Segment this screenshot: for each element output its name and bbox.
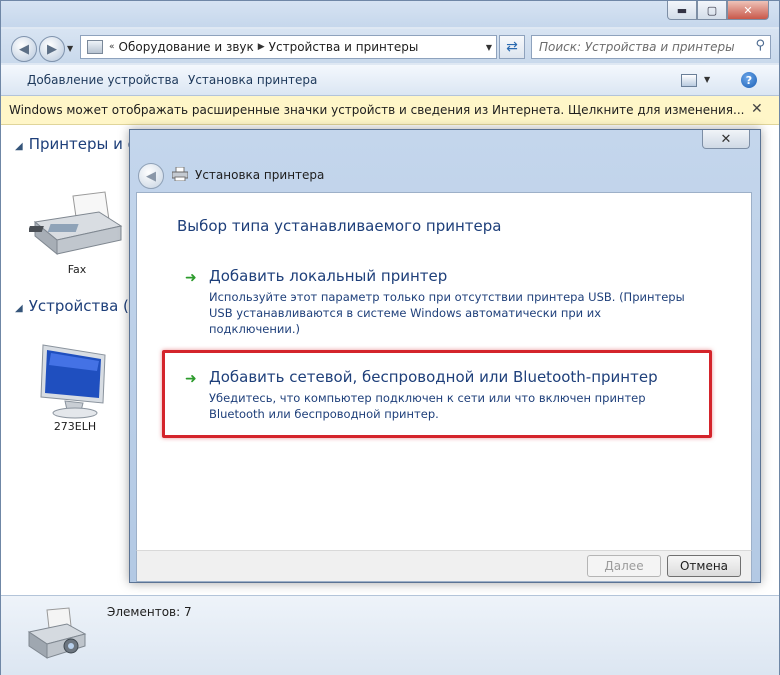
dialog-back-button[interactable]: ◀ xyxy=(138,163,164,189)
view-chevron-down-icon[interactable]: ▼ xyxy=(704,75,710,84)
info-bar-close-icon[interactable]: ✕ xyxy=(751,101,763,117)
install-printer-button[interactable]: Установка принтера xyxy=(188,73,317,87)
add-device-button[interactable]: Добавление устройства xyxy=(27,73,179,87)
title-bar: ▬ ▢ ✕ xyxy=(1,1,779,27)
command-bar: Добавление устройства Установка принтера… xyxy=(1,65,779,96)
breadcrumb-devices-printers[interactable]: Устройства и принтеры xyxy=(269,40,419,54)
maximize-button[interactable]: ▢ xyxy=(697,1,727,20)
info-bar-text[interactable]: Windows может отображать расширенные зна… xyxy=(9,103,744,117)
status-bar: Элементов: 7 xyxy=(1,595,779,675)
caption-buttons: ▬ ▢ ✕ xyxy=(667,1,769,20)
dialog-footer: Далее Отмена xyxy=(136,550,752,582)
overflow-chevron-icon[interactable]: « xyxy=(109,42,115,52)
group-devices-label: Устройства (4) xyxy=(28,297,145,315)
device-label-monitor[interactable]: 273ELH xyxy=(35,420,115,433)
minimize-button[interactable]: ▬ xyxy=(667,1,697,20)
option-local-printer-description: Используйте этот параметр только при отс… xyxy=(209,290,685,336)
option-local-printer[interactable]: ➜ Добавить локальный принтер Используйте… xyxy=(177,267,697,336)
monitor-icon[interactable] xyxy=(37,341,109,419)
group-printers-header[interactable]: ◢ Принтеры и ф xyxy=(15,135,141,153)
navigation-bar: ◀ ▶ ▼ « Оборудование и звук ▶ Устройства… xyxy=(1,29,779,63)
chevron-right-icon[interactable]: ▶ xyxy=(258,42,265,52)
search-icon[interactable]: ⚲ xyxy=(755,38,765,53)
back-button[interactable]: ◀ xyxy=(11,36,37,62)
recent-pages-chevron-down-icon[interactable]: ▼ xyxy=(67,44,73,53)
forward-button[interactable]: ▶ xyxy=(39,36,65,62)
device-label-fax[interactable]: Fax xyxy=(37,263,117,276)
next-button[interactable]: Далее xyxy=(587,555,661,577)
dialog-body: Выбор типа устанавливаемого принтера ➜ Д… xyxy=(136,192,752,552)
collapse-triangle-icon[interactable]: ◢ xyxy=(15,303,23,314)
dialog-close-button[interactable]: ✕ xyxy=(702,130,750,149)
fax-icon[interactable] xyxy=(29,190,123,258)
cancel-button[interactable]: Отмена xyxy=(667,555,741,577)
dialog-heading: Выбор типа устанавливаемого принтера xyxy=(177,217,502,235)
search-placeholder: Поиск: Устройства и принтеры xyxy=(539,40,735,54)
red-highlight-box xyxy=(162,350,712,438)
breadcrumb-hardware-sound[interactable]: Оборудование и звук xyxy=(119,40,254,54)
group-printers-label: Принтеры и ф xyxy=(28,135,141,153)
green-arrow-icon: ➜ xyxy=(185,270,197,286)
close-button[interactable]: ✕ xyxy=(727,1,769,20)
refresh-icon: ⇄ xyxy=(506,39,518,55)
control-panel-icon xyxy=(87,40,103,54)
group-devices-header[interactable]: ◢ Устройства (4) xyxy=(15,297,144,315)
collapse-triangle-icon[interactable]: ◢ xyxy=(15,141,23,152)
address-bar[interactable]: « Оборудование и звук ▶ Устройства и при… xyxy=(80,35,497,59)
refresh-button[interactable]: ⇄ xyxy=(499,35,525,59)
printer-icon xyxy=(172,167,188,181)
printer-icon xyxy=(27,607,87,659)
add-printer-dialog: ✕ ◀ Установка принтера Выбор типа устана… xyxy=(129,129,761,583)
address-chevron-down-icon[interactable]: ▼ xyxy=(486,43,492,52)
info-bar[interactable]: Windows может отображать расширенные зна… xyxy=(1,96,779,125)
search-input[interactable]: Поиск: Устройства и принтеры ⚲ xyxy=(531,35,771,59)
item-count: Элементов: 7 xyxy=(107,605,192,619)
help-button[interactable]: ? xyxy=(741,72,757,88)
dialog-title: Установка принтера xyxy=(195,168,325,182)
explorer-window: ▬ ▢ ✕ ◀ ▶ ▼ « Оборудование и звук ▶ Устр… xyxy=(0,0,780,675)
option-local-printer-title[interactable]: Добавить локальный принтер xyxy=(209,267,447,285)
change-view-icon[interactable] xyxy=(681,74,697,87)
